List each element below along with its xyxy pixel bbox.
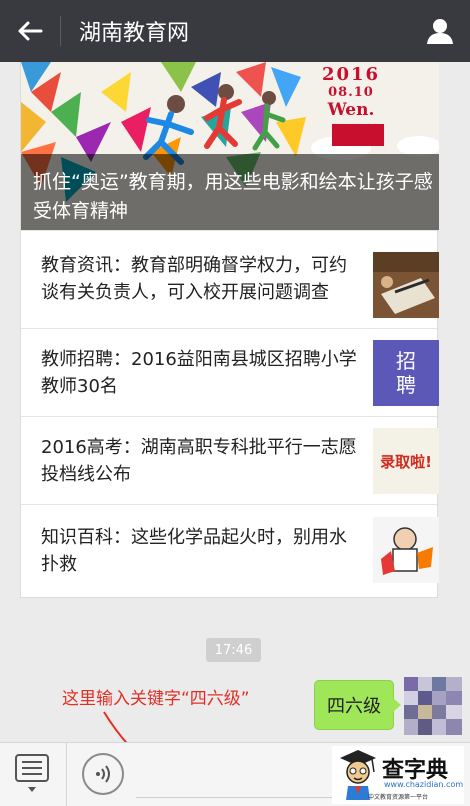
header-divider	[60, 16, 61, 46]
article-thumbnail: 录取啦!	[373, 428, 439, 494]
voice-icon	[96, 765, 110, 783]
banner-stamp-logo	[332, 124, 384, 146]
article-card: 2016 08.10 Wen. 抓住“奥运”教育期，用这些电影和绘本让孩子感受体…	[20, 62, 439, 598]
page-title: 湖南教育网	[79, 21, 190, 46]
banner-year: 2016	[321, 64, 381, 85]
back-button[interactable]	[0, 0, 60, 62]
list-item[interactable]: 知识百科：这些化学品起火时，别用水扑救	[21, 504, 439, 598]
list-item[interactable]: 教育资讯：教育部明确督学权力，可约谈有关负责人，可入校开展问题调查	[21, 230, 439, 328]
thumbnail-text: 招聘	[396, 349, 416, 397]
voice-button[interactable]	[82, 753, 124, 795]
menu-button[interactable]	[10, 751, 54, 795]
instruction-hint: 这里输入关键字“四六级”	[62, 689, 250, 709]
message-input[interactable]	[136, 797, 336, 798]
person-icon	[427, 19, 453, 44]
message-bubble[interactable]: 四六级	[314, 680, 394, 730]
watermark-slogan: 中文教育资源第一平台	[368, 794, 429, 801]
article-title: 知识百科：这些化学品起火时，别用水扑救	[41, 527, 347, 575]
bar-divider	[66, 743, 67, 806]
watermark-url: www.chazidian.com	[384, 780, 464, 789]
article-title: 教师招聘：2016益阳南县城区招聘小学教师30名	[41, 349, 357, 397]
watermark-logo: 查字典 www.chazidian.com 中文教育资源第一平台	[332, 746, 464, 804]
thumbnail-text: 录取啦!	[380, 452, 432, 471]
banner-weekday: Wen.	[327, 100, 375, 120]
banner-day: 08.10	[328, 85, 374, 100]
header-bar: 湖南教育网	[0, 0, 470, 62]
chat-timestamp: 17:46	[206, 638, 261, 662]
article-thumbnail	[373, 252, 439, 318]
list-item[interactable]: 教师招聘：2016益阳南县城区招聘小学教师30名 招聘	[21, 328, 439, 416]
article-title: 教育资讯：教育部明确督学权力，可约谈有关负责人，可入校开展问题调查	[41, 255, 347, 303]
avatar[interactable]	[404, 677, 462, 735]
article-thumbnail: 招聘	[373, 340, 439, 406]
bubble-tail	[393, 698, 401, 712]
feature-banner[interactable]: 2016 08.10 Wen. 抓住“奥运”教育期，用这些电影和绘本让孩子感受体…	[21, 62, 439, 230]
list-item[interactable]: 2016高考：湖南高职专科批平行一志愿投档线公布 录取啦!	[21, 416, 439, 504]
menu-list-icon	[15, 754, 49, 792]
banner-date: 2016 08.10 Wen.	[311, 64, 391, 120]
article-thumbnail	[373, 517, 439, 583]
article-title: 2016高考：湖南高职专科批平行一志愿投档线公布	[41, 437, 357, 485]
feature-title: 抓住“奥运”教育期，用这些电影和绘本让孩子感受体育精神	[33, 171, 433, 222]
profile-button[interactable]	[410, 0, 470, 62]
arrow-left-icon	[18, 21, 43, 41]
